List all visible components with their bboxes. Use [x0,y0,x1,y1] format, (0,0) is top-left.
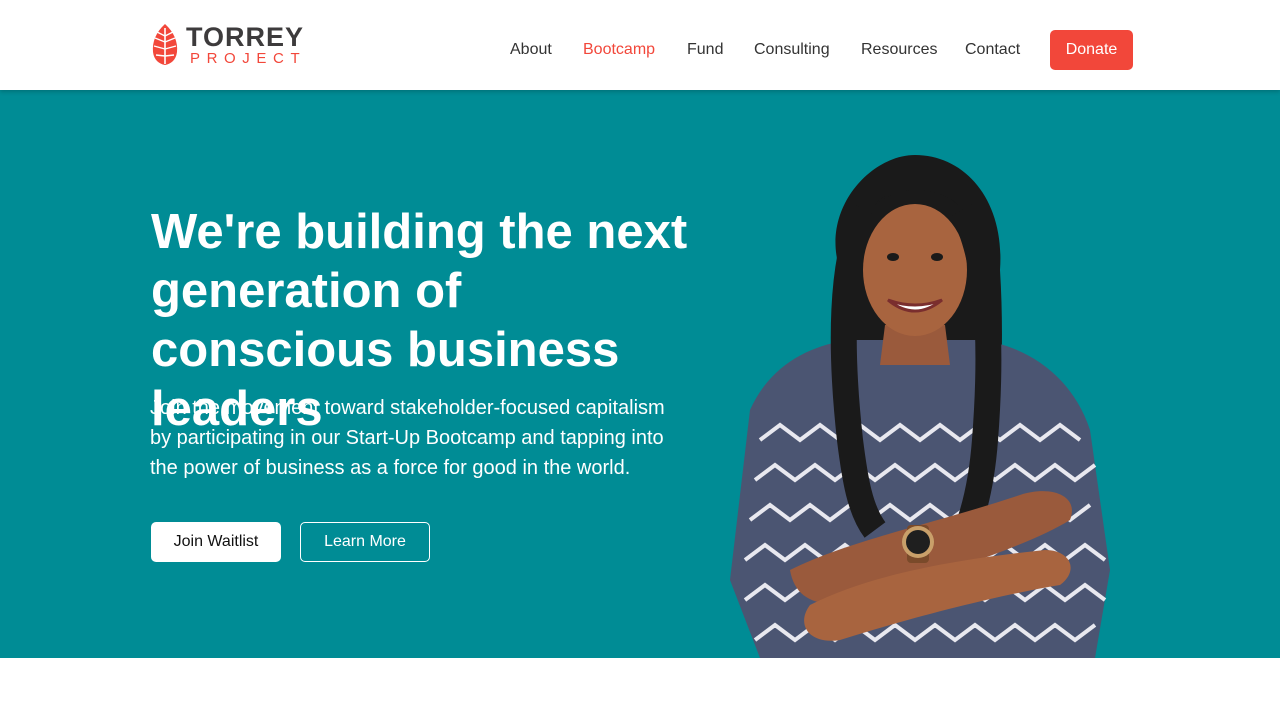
logo-subtitle: PROJECT [190,50,307,67]
donate-button[interactable]: Donate [1050,30,1133,70]
hero-description: Join the movement toward stakeholder-foc… [150,397,665,479]
portrait-photo [730,155,1110,658]
nav-about[interactable]: About [510,30,552,70]
hero-section: We're building the next generation of co… [0,90,1280,658]
leaf-icon [152,24,178,65]
logo-wordmark: TORREY [186,22,305,52]
join-waitlist-button[interactable]: Join Waitlist [151,522,281,562]
nav-bootcamp[interactable]: Bootcamp [583,30,655,70]
nav-consulting[interactable]: Consulting [754,30,830,70]
nav-fund[interactable]: Fund [687,30,723,70]
nav-resources[interactable]: Resources [861,30,937,70]
nav-contact[interactable]: Contact [965,30,1020,70]
learn-more-button[interactable]: Learn More [300,522,430,562]
site-header: TORREY PROJECT About Bootcamp Fund Consu… [0,0,1280,90]
torrey-project-logo[interactable]: TORREY PROJECT [150,22,310,68]
page-content-area [0,658,1280,720]
